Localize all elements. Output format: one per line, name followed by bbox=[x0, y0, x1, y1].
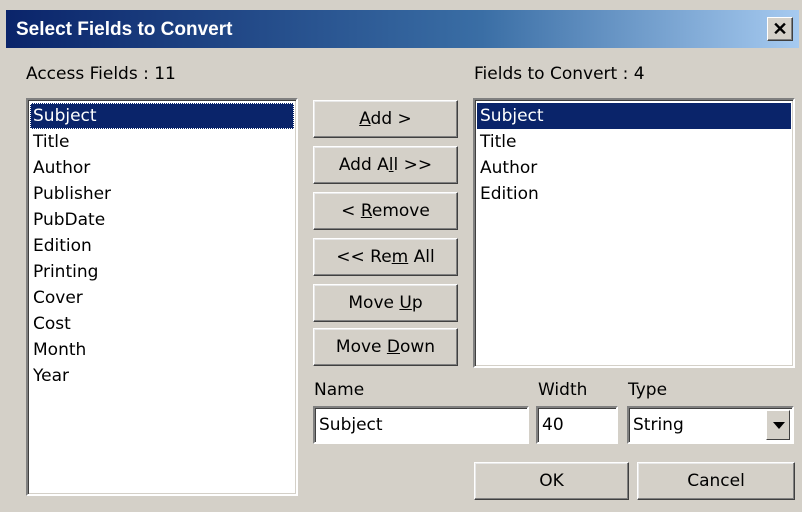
list-item[interactable]: Subject bbox=[30, 103, 294, 129]
move-up-button[interactable]: Move Up bbox=[313, 284, 458, 322]
close-button[interactable]: ✕ bbox=[767, 17, 793, 41]
fields-to-convert-list[interactable]: Subject Title Author Edition bbox=[473, 98, 795, 368]
type-select-value: String bbox=[633, 415, 684, 435]
list-item[interactable]: Year bbox=[30, 363, 294, 389]
access-fields-heading: Access Fields : 11 bbox=[26, 64, 176, 84]
window-title: Select Fields to Convert bbox=[16, 19, 233, 40]
remove-all-button[interactable]: << Rem All bbox=[313, 238, 458, 276]
list-item[interactable]: Author bbox=[30, 155, 294, 181]
move-down-button[interactable]: Move Down bbox=[313, 328, 458, 366]
access-fields-list[interactable]: Subject Title Author Publisher PubDate Editio… bbox=[26, 98, 298, 496]
list-item[interactable]: Publisher bbox=[30, 181, 294, 207]
list-item[interactable]: Title bbox=[30, 129, 294, 155]
list-item[interactable]: Cost bbox=[30, 311, 294, 337]
close-icon: ✕ bbox=[772, 19, 788, 39]
name-label: Name bbox=[314, 380, 365, 400]
add-button[interactable]: Add > bbox=[313, 100, 458, 138]
width-input[interactable]: 40 bbox=[536, 406, 618, 444]
fields-to-convert-heading: Fields to Convert : 4 bbox=[474, 64, 645, 84]
list-item[interactable]: Month bbox=[30, 337, 294, 363]
name-input[interactable]: Subject bbox=[313, 406, 529, 444]
list-item[interactable]: Subject bbox=[477, 103, 791, 129]
list-item[interactable]: Edition bbox=[30, 233, 294, 259]
width-label: Width bbox=[538, 380, 588, 400]
list-item[interactable]: Title bbox=[477, 129, 791, 155]
title-bar[interactable]: Select Fields to Convert ✕ bbox=[6, 10, 799, 48]
list-item[interactable]: PubDate bbox=[30, 207, 294, 233]
add-all-button[interactable]: Add All >> bbox=[313, 146, 458, 184]
remove-button[interactable]: < Remove bbox=[313, 192, 458, 230]
type-label: Type bbox=[628, 380, 668, 400]
chevron-down-icon[interactable] bbox=[766, 410, 790, 440]
list-item[interactable]: Edition bbox=[477, 181, 791, 207]
list-item[interactable]: Printing bbox=[30, 259, 294, 285]
cancel-button[interactable]: Cancel bbox=[637, 462, 795, 500]
ok-button[interactable]: OK bbox=[474, 462, 629, 500]
list-item[interactable]: Author bbox=[477, 155, 791, 181]
list-item[interactable]: Cover bbox=[30, 285, 294, 311]
type-select[interactable]: String bbox=[627, 406, 794, 444]
